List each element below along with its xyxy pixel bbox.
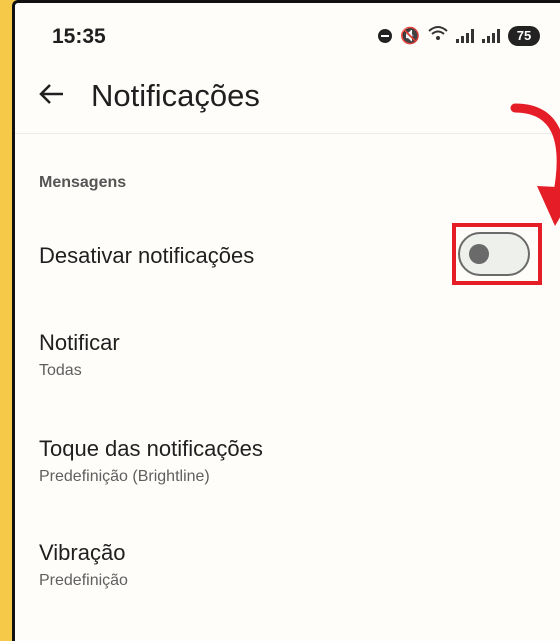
setting-label: Toque das notificações (39, 436, 263, 461)
setting-value: Predefinição (Brightline) (39, 468, 210, 485)
page-title: Notificações (91, 78, 260, 113)
signal-icon (456, 28, 474, 43)
pointer-arrow-icon (510, 103, 560, 226)
setting-label: Notificar (39, 330, 120, 355)
app-bar: Notificações (15, 63, 560, 134)
setting-label: Vibração (39, 540, 126, 565)
setting-value: Todas (39, 362, 82, 379)
phone-screen: 15:35 🔇 75 Notificações Mensagens Desati… (12, 0, 560, 641)
setting-value: Predefinição (39, 572, 128, 589)
section-header-messages: Mensagens (39, 174, 127, 191)
status-time: 15:35 (52, 25, 106, 48)
signal-icon-2 (482, 28, 500, 43)
battery-icon: 75 (508, 25, 540, 46)
setting-notify[interactable]: Notificar Todas (39, 330, 539, 380)
status-icons: 🔇 75 (378, 25, 540, 46)
setting-vibration[interactable]: Vibração Predefinição (39, 540, 539, 590)
status-bar: 15:35 🔇 75 (15, 3, 560, 63)
mute-icon: 🔇 (400, 27, 420, 45)
do-not-disturb-icon (378, 28, 393, 43)
wifi-icon (428, 25, 448, 46)
arrow-left-icon[interactable] (37, 79, 67, 109)
setting-notification-ringtone[interactable]: Toque das notificações Predefinição (Bri… (39, 436, 539, 486)
